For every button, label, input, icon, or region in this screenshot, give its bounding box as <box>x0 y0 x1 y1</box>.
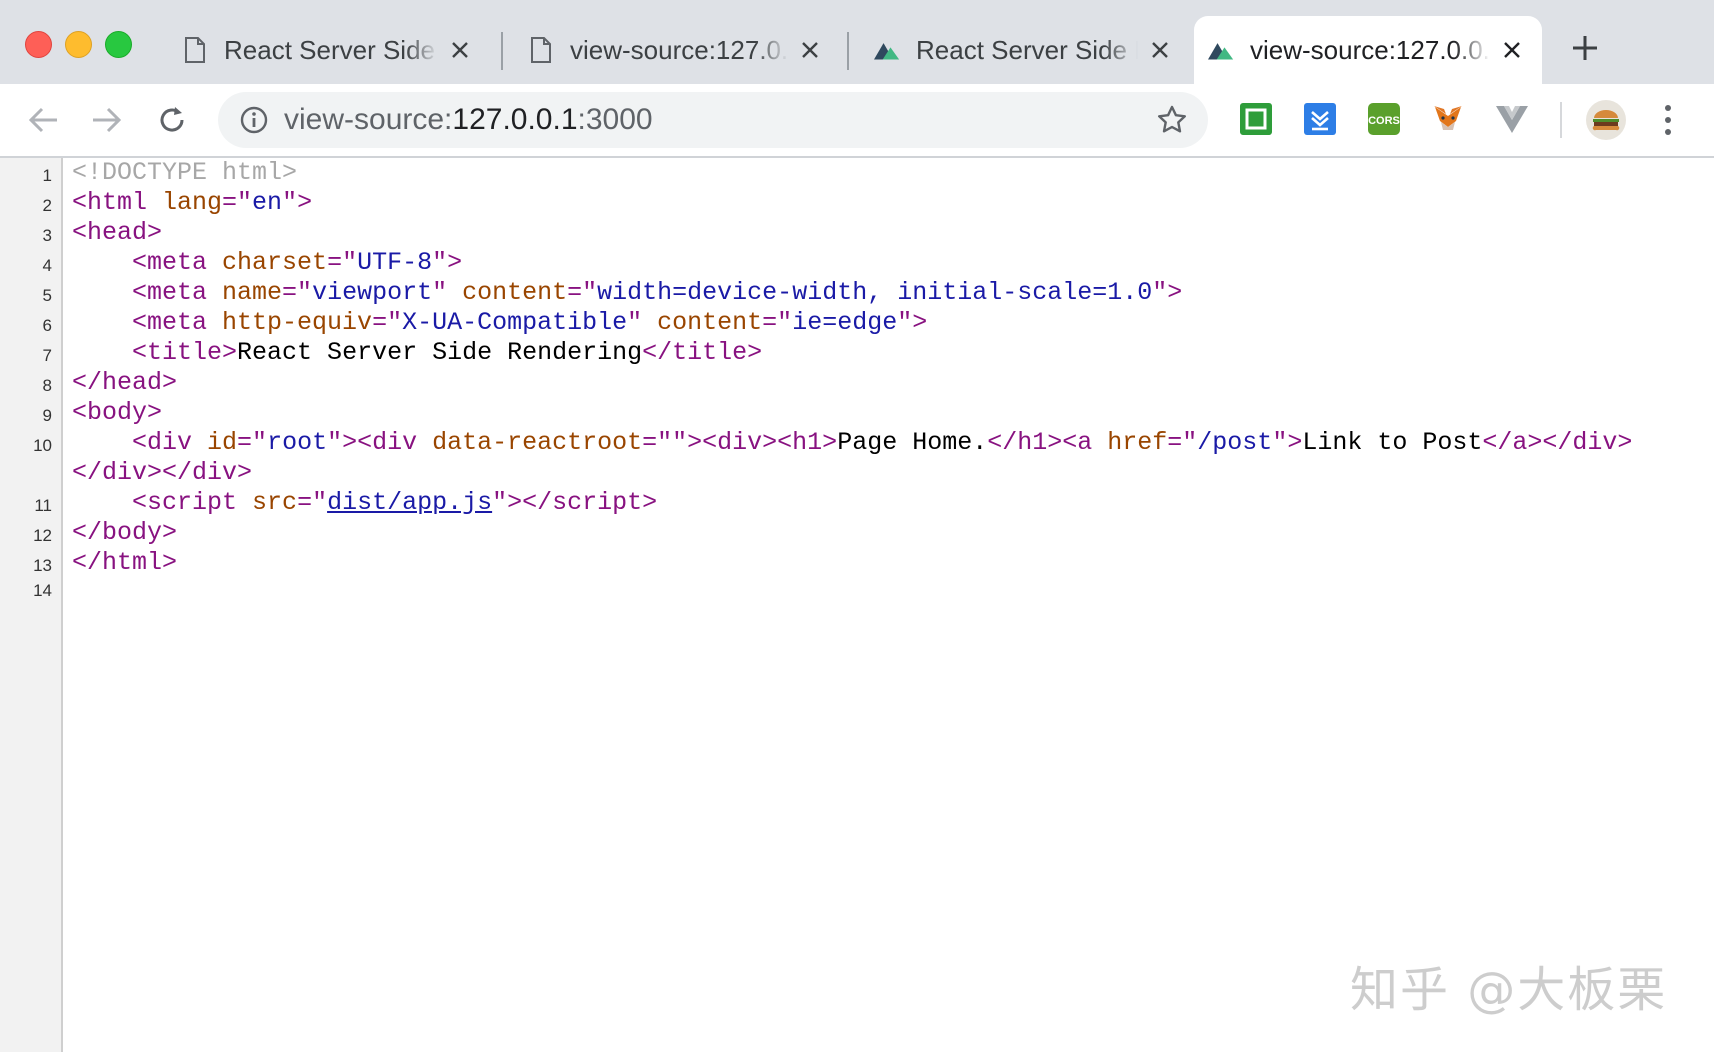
address-bar[interactable]: view-source:127.0.0.1:3000 <box>218 92 1208 148</box>
tab-title: React Server Side Rendering <box>916 34 1138 65</box>
url-text: view-source:127.0.0.1:3000 <box>284 103 653 137</box>
line-number: 1 <box>42 166 52 185</box>
tab-title: React Server Side Rendering <box>224 34 438 65</box>
document-icon <box>528 37 554 63</box>
tab-react-ssr-2[interactable]: React Server Side Rendering <box>860 16 1190 84</box>
url-scheme: view-source: <box>284 103 453 136</box>
arrow-left-icon <box>29 107 57 133</box>
line-number: 8 <box>42 376 52 395</box>
line-number: 7 <box>42 346 52 365</box>
zoom-window-button[interactable] <box>105 31 132 58</box>
line-number: 10 <box>33 436 52 455</box>
h1-text: Page Home. <box>837 428 988 457</box>
source-line: 14 <box>0 578 1714 602</box>
source-line: 11 <script src="dist/app.js"></script> <box>0 488 1714 518</box>
source-line: 4 <meta charset="UTF-8"> <box>0 248 1714 278</box>
tab-close-icon[interactable] <box>1500 38 1524 62</box>
source-line: 1 <!DOCTYPE html> <box>0 158 1714 188</box>
tab-title: view-source:127.0.0.1:3000 <box>570 34 788 65</box>
title-text: React Server Side Rendering <box>237 338 643 367</box>
tab-view-source-active[interactable]: view-source:127.0.0.1:3000 <box>1194 16 1542 84</box>
source-line-wrap: </div></div> <box>72 458 253 487</box>
root-id-value: root <box>267 428 328 457</box>
source-line: 5 <meta name="viewport" content="width=d… <box>0 278 1714 308</box>
chrome-menu-button[interactable] <box>1656 102 1680 138</box>
http-equiv-value: X-UA-Compatible <box>402 308 628 337</box>
tab-close-icon[interactable] <box>448 38 472 62</box>
page-source-view: 1 <!DOCTYPE html> 2 <html lang="en"> 3 <… <box>0 158 1714 602</box>
arrow-right-icon <box>93 107 121 133</box>
green-square-extension-icon[interactable] <box>1238 101 1274 137</box>
source-line: 12 </body> <box>0 518 1714 548</box>
bookmark-star-icon[interactable] <box>1156 104 1188 136</box>
cors-extension-icon[interactable]: CORS <box>1366 101 1402 137</box>
minimize-window-button[interactable] <box>65 31 92 58</box>
source-line: 2 <html lang="en"> <box>0 188 1714 218</box>
info-icon[interactable] <box>240 106 268 134</box>
profile-avatar[interactable] <box>1586 100 1626 140</box>
vue-devtools-icon[interactable] <box>1494 101 1530 137</box>
reload-icon <box>160 107 184 132</box>
reload-button[interactable] <box>154 102 190 138</box>
line-number: 12 <box>33 526 52 545</box>
charset-value: UTF-8 <box>357 248 433 277</box>
source-line: 7 <title>React Server Side Rendering</ti… <box>0 338 1714 368</box>
plus-icon <box>1573 36 1597 60</box>
line-number: 2 <box>42 196 52 215</box>
source-line: 13 </html> <box>0 548 1714 578</box>
source-line: 8 </head> <box>0 368 1714 398</box>
tab-separator <box>847 32 849 70</box>
forward-button[interactable] <box>88 102 124 138</box>
source-line: 10 <div id="root"><div data-reactroot=""… <box>0 428 1714 458</box>
line-number: 9 <box>42 406 52 425</box>
nuxt-mountain-icon <box>1208 37 1234 63</box>
tab-close-icon[interactable] <box>1148 38 1172 62</box>
source-line: 3 <head> <box>0 218 1714 248</box>
nuxt-mountain-icon <box>874 37 900 63</box>
line-number: 4 <box>42 256 52 275</box>
document-icon <box>182 37 208 63</box>
link-text: Link to Post <box>1302 428 1483 457</box>
line-number: 3 <box>42 226 52 245</box>
tab-close-icon[interactable] <box>798 38 822 62</box>
script-src-link[interactable]: dist/app.js <box>327 488 492 517</box>
href-value: /post <box>1197 428 1273 457</box>
new-tab-button[interactable] <box>1567 30 1603 66</box>
metamask-fox-icon[interactable] <box>1430 101 1466 137</box>
toolbar-divider <box>1560 102 1562 138</box>
url-port: :3000 <box>577 103 653 136</box>
watermark: 知乎 @大板栗 <box>1350 962 1668 1018</box>
svg-text:CORS: CORS <box>1368 115 1400 127</box>
tab-separator <box>501 32 503 70</box>
blue-download-extension-icon[interactable] <box>1302 101 1338 137</box>
url-host: 127.0.0.1 <box>452 103 578 136</box>
tab-title: view-source:127.0.0.1:3000 <box>1250 34 1490 65</box>
source-line: 6 <meta http-equiv="X-UA-Compatible" con… <box>0 308 1714 338</box>
tab-strip: React Server Side Rendering view-source:… <box>0 0 1714 84</box>
line-number: 14 <box>33 581 52 600</box>
line-number: 11 <box>34 496 52 515</box>
back-button[interactable] <box>26 102 62 138</box>
burger-icon <box>1592 110 1620 131</box>
viewport-value: width=device-width, initial-scale=1.0 <box>597 278 1153 307</box>
browser-toolbar: view-source:127.0.0.1:3000 CORS <box>0 84 1714 158</box>
line-number: 5 <box>42 286 52 305</box>
source-line: 9 <body> <box>0 398 1714 428</box>
line-number: 6 <box>42 316 52 335</box>
doctype: <!DOCTYPE html> <box>72 158 298 187</box>
lang-value: en <box>252 188 283 217</box>
tab-react-ssr-1[interactable]: React Server Side Rendering <box>168 16 490 84</box>
compat-value: ie=edge <box>792 308 898 337</box>
close-window-button[interactable] <box>25 31 52 58</box>
tab-view-source-1[interactable]: view-source:127.0.0.1:3000 <box>514 16 840 84</box>
